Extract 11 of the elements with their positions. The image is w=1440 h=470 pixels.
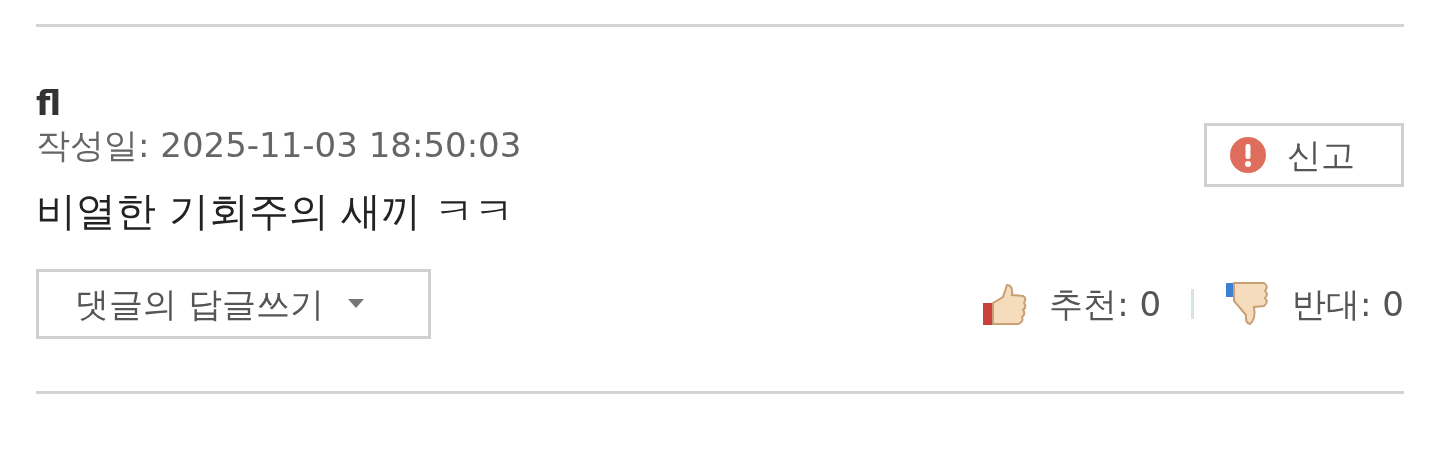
report-button[interactable]: 신고 (1204, 123, 1404, 187)
reply-button[interactable]: 댓글의 답글쓰기 (36, 269, 431, 339)
warning-icon (1229, 136, 1267, 174)
downvote-button[interactable]: 반대: 0 (1224, 278, 1404, 330)
caret-icon (347, 299, 364, 309)
comment-text: 비열한 기회주의 새끼 ㅋㅋ (36, 187, 516, 236)
thumbs-up-icon (981, 281, 1028, 327)
author-name: fl (36, 83, 63, 123)
post-date: 작성일: 2025-11-03 18:50:03 (36, 124, 522, 167)
upvote-button[interactable]: 추천: 0 (981, 278, 1162, 330)
thumbs-down-icon (1224, 281, 1271, 327)
